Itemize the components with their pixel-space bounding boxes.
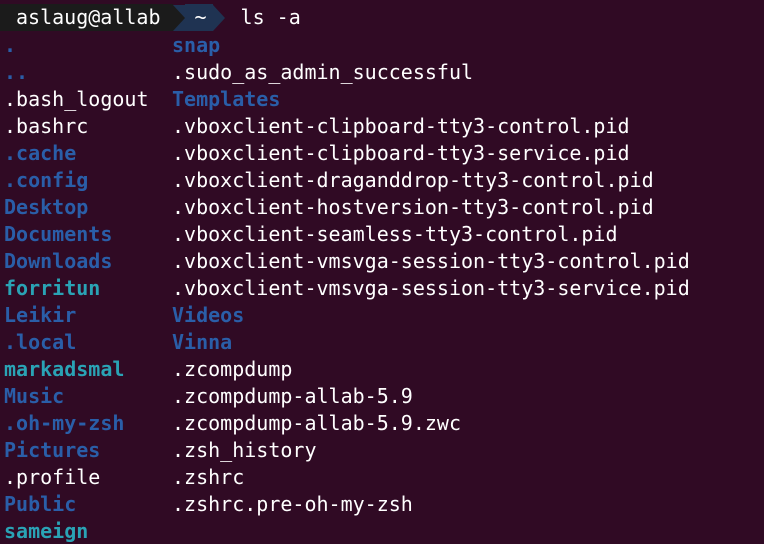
shell-prompt: aslaug@allab ~ ls -a [0, 4, 301, 31]
listing-entry: Desktop [4, 195, 89, 219]
listing-entry: Documents [4, 222, 113, 246]
listing-entry: Pictures [4, 438, 101, 462]
listing-entry: .sudo_as_admin_successful [172, 60, 474, 84]
listing-entry: snap [172, 33, 221, 57]
listing-entry: .vboxclient-clipboard-tty3-service.pid [172, 141, 630, 165]
listing-entry: markadsmal [4, 357, 125, 381]
listing-entry: .profile [4, 465, 101, 489]
prompt-current-dir: ~ [184, 4, 213, 31]
listing-entry: Public [4, 492, 77, 516]
listing-entry: .zshrc.pre-oh-my-zsh [172, 492, 413, 516]
listing-entry: .zsh_history [172, 438, 317, 462]
listing-entry: Music [4, 384, 65, 408]
listing-entry: Downloads [4, 249, 113, 273]
listing-entry: .zcompdump-allab-5.9 [172, 384, 413, 408]
listing-entry: .zshrc [172, 465, 245, 489]
listing-entry: .oh-my-zsh [4, 411, 125, 435]
listing-entry: .cache [4, 141, 77, 165]
listing-entry: .config [4, 168, 89, 192]
listing-entry: forritun [4, 276, 101, 300]
listing-entry: Videos [172, 303, 245, 327]
listing-entry: .vboxclient-seamless-tty3-control.pid [172, 222, 618, 246]
listing-entry: .zcompdump [172, 357, 293, 381]
listing-entry: sameign [4, 519, 89, 543]
listing-entry: Templates [172, 87, 281, 111]
listing-entry: .vboxclient-vmsvga-session-tty3-service.… [172, 276, 690, 300]
listing-empty-cell [172, 518, 752, 544]
listing-entry: Leikir [4, 303, 77, 327]
terminal-window[interactable]: aslaug@allab ~ ls -a . snap.. .sudo_as_adm… [0, 0, 764, 544]
prompt-end-icon [212, 4, 225, 31]
listing-entry: .vboxclient-vmsvga-session-tty3-control.… [172, 249, 690, 273]
listing-entry: .vboxclient-clipboard-tty3-control.pid [172, 114, 630, 138]
listing-entry: .vboxclient-hostversion-tty3-control.pid [172, 195, 654, 219]
listing-entry: .bashrc [4, 114, 89, 138]
prompt-user-host: aslaug@allab [0, 4, 173, 31]
ls-output: . snap.. .sudo_as_admin_successful .bash_lo… [4, 32, 752, 544]
listing-entry: Vinna [172, 330, 233, 354]
listing-entry: . [4, 33, 17, 57]
listing-entry: .bash_logout [4, 87, 149, 111]
listing-entry: .zcompdump-allab-5.9.zwc [172, 411, 461, 435]
prompt-separator-icon [172, 4, 185, 31]
listing-entry: .vboxclient-draganddrop-tty3-control.pid [172, 168, 654, 192]
command-text: ls -a [240, 5, 301, 29]
listing-entry: .local [4, 330, 77, 354]
listing-entry: .. [4, 60, 29, 84]
